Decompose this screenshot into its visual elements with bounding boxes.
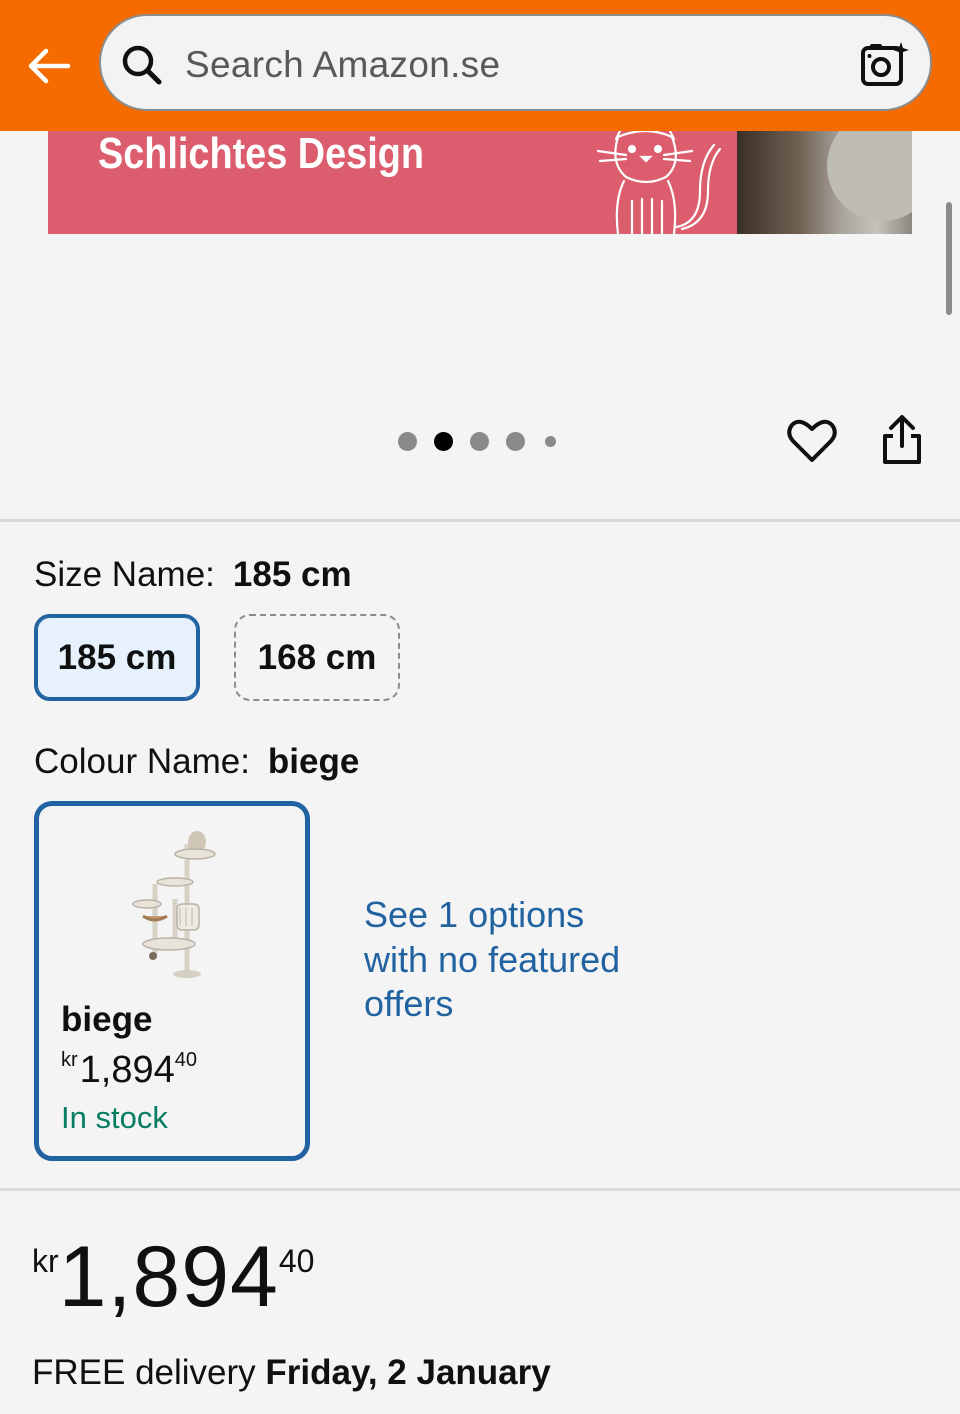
- colour-selected-value: biege: [267, 742, 360, 781]
- colour-card-name: biege: [61, 1000, 153, 1039]
- hero-banner[interactable]: Schlichtes Design: [48, 131, 912, 234]
- price-fraction: 40: [278, 1243, 315, 1279]
- carousel-dot[interactable]: [470, 432, 489, 451]
- product-price: kr1,89440: [32, 1228, 314, 1327]
- carousel-dot-active[interactable]: [434, 432, 453, 451]
- back-button[interactable]: [22, 40, 74, 92]
- price-whole: 1,894: [79, 1049, 175, 1091]
- top-app-bar: Search Amazon.se: [0, 0, 960, 131]
- carousel-dot[interactable]: [398, 432, 417, 451]
- hero-photo: [737, 131, 912, 234]
- search-icon[interactable]: [121, 44, 163, 86]
- heart-icon[interactable]: [787, 416, 837, 466]
- size-label: Size Name:: [34, 555, 215, 594]
- size-option-168[interactable]: 168 cm: [234, 614, 400, 701]
- see-options-link[interactable]: See 1 options with no featured offers: [364, 893, 624, 1027]
- price-whole: 1,894: [58, 1229, 279, 1325]
- size-label-row: Size Name: 185 cm: [34, 555, 352, 595]
- section-divider: [0, 1188, 960, 1191]
- hero-banner-text: Schlichtes Design: [98, 131, 424, 178]
- arrow-left-icon: [28, 48, 71, 84]
- currency-symbol: kr: [61, 1049, 78, 1071]
- delivery-date: Friday, 2 January: [265, 1353, 551, 1392]
- colour-card-price: kr1,89440: [61, 1049, 197, 1092]
- delivery-prefix: FREE delivery: [32, 1353, 256, 1392]
- carousel-dot[interactable]: [506, 432, 525, 451]
- share-icon[interactable]: [879, 414, 925, 466]
- delivery-info: FREE delivery Friday, 2 January: [32, 1353, 551, 1393]
- colour-label: Colour Name:: [34, 742, 250, 781]
- colour-label-row: Colour Name: biege: [34, 742, 359, 782]
- currency-symbol: kr: [32, 1243, 59, 1279]
- search-input[interactable]: Search Amazon.se: [185, 44, 500, 86]
- carousel-dot[interactable]: [545, 436, 556, 447]
- colour-option-card[interactable]: biege kr1,89440 In stock: [34, 801, 310, 1161]
- couch-image: [827, 131, 912, 221]
- stock-status: In stock: [61, 1100, 168, 1135]
- size-option-185[interactable]: 185 cm: [34, 614, 200, 701]
- scrollbar[interactable]: [946, 202, 952, 315]
- cat-illustration-icon: [596, 131, 722, 234]
- search-bar[interactable]: Search Amazon.se: [99, 14, 932, 111]
- cat-tree-product-image: [132, 831, 216, 978]
- price-fraction: 40: [174, 1049, 198, 1071]
- size-selected-value: 185 cm: [232, 555, 352, 594]
- camera-sparkle-icon[interactable]: [860, 40, 910, 88]
- section-divider: [0, 519, 960, 522]
